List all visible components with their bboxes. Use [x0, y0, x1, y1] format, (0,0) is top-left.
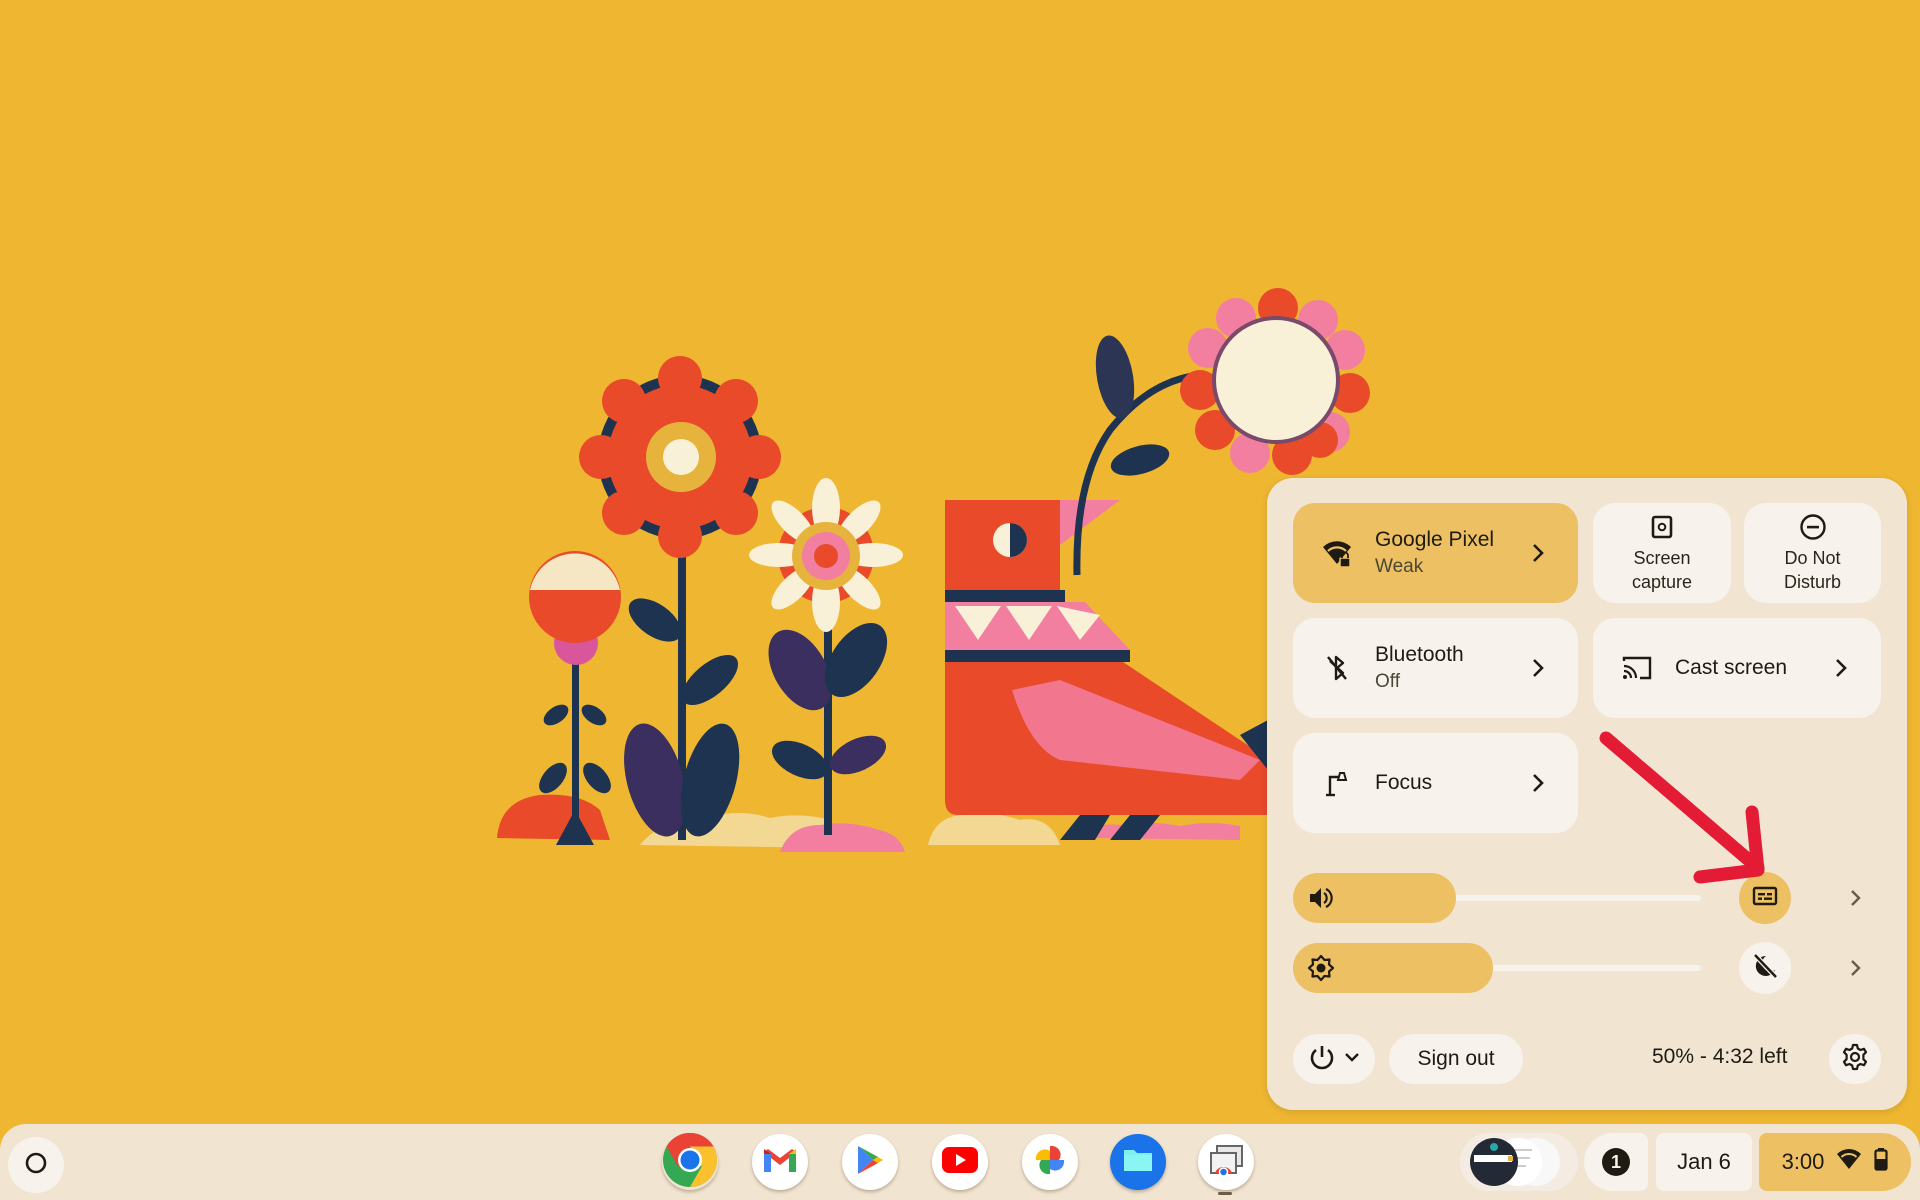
chevron-right-icon [1524, 769, 1552, 797]
volume-slider[interactable] [1293, 873, 1701, 923]
audio-settings-chevron[interactable] [1844, 886, 1868, 910]
brightness-slider[interactable] [1293, 943, 1701, 993]
notification-count-badge: 1 [1602, 1148, 1630, 1176]
night-light-off-icon [1751, 952, 1779, 985]
screen-capture-label-2: capture [1631, 572, 1693, 592]
settings-button[interactable] [1829, 1034, 1881, 1084]
do-not-disturb-button[interactable]: Do Not Disturb [1744, 503, 1881, 603]
focus-tile[interactable]: Focus [1293, 733, 1578, 833]
app-chrome[interactable] [662, 1132, 718, 1193]
quick-settings-panel: Google Pixel Weak Screen capture Do Not … [1267, 478, 1907, 1110]
app-gmail[interactable] [752, 1134, 808, 1190]
photos-icon [1031, 1141, 1069, 1184]
date-tray[interactable]: Jan 6 [1656, 1133, 1752, 1191]
notification-counter[interactable]: 1 [1584, 1133, 1648, 1191]
screen-capture-label-1: Screen [1633, 548, 1691, 568]
night-light-button[interactable] [1739, 942, 1791, 994]
app-play-store[interactable] [842, 1134, 898, 1190]
bluetooth-tile[interactable]: Bluetooth Off [1293, 618, 1578, 718]
chevron-down-icon [1344, 1050, 1360, 1068]
network-name: Google Pixel [1375, 528, 1495, 551]
gmail-icon [762, 1146, 798, 1179]
live-caption-button[interactable] [1739, 872, 1791, 924]
holding-space-button[interactable] [1460, 1133, 1578, 1191]
wifi-icon [1836, 1148, 1862, 1176]
remote-desktop-icon [1208, 1143, 1244, 1182]
launcher-button[interactable] [8, 1137, 64, 1193]
play-store-icon [855, 1144, 885, 1181]
battery-status-text: 50% - 4:32 left [1652, 1045, 1788, 1068]
app-remote-desktop[interactable] [1198, 1134, 1254, 1190]
app-files[interactable] [1110, 1134, 1166, 1190]
bluetooth-off-icon [1317, 648, 1357, 688]
focus-lamp-icon [1317, 763, 1357, 803]
network-tile[interactable]: Google Pixel Weak [1293, 503, 1578, 603]
chevron-right-icon [1524, 539, 1552, 567]
power-menu-button[interactable] [1293, 1034, 1375, 1084]
holding-space-thumbnails-icon [1470, 1138, 1560, 1186]
power-icon [1308, 1043, 1336, 1076]
youtube-icon [941, 1146, 979, 1179]
bird [945, 500, 1270, 840]
wifi-weak-locked-icon [1317, 533, 1357, 573]
cast-screen-label: Cast screen [1675, 656, 1788, 679]
app-youtube[interactable] [932, 1134, 988, 1190]
launcher-circle-icon [24, 1151, 48, 1180]
daisy-flower [749, 478, 903, 835]
settings-gear-icon [1841, 1043, 1869, 1076]
display-settings-chevron[interactable] [1844, 956, 1868, 980]
bluetooth-label: Bluetooth [1375, 643, 1464, 666]
cast-screen-tile[interactable]: Cast screen [1593, 618, 1881, 718]
screen-capture-icon [1647, 512, 1677, 542]
files-icon [1122, 1147, 1154, 1178]
running-app-indicator [1218, 1192, 1232, 1195]
live-caption-icon [1752, 886, 1778, 911]
battery-icon [1874, 1147, 1889, 1177]
time-text: 3:00 [1781, 1149, 1825, 1174]
chrome-icon [662, 1132, 718, 1193]
status-area[interactable]: 3:00 [1759, 1133, 1911, 1191]
sign-out-button[interactable]: Sign out [1389, 1034, 1523, 1084]
do-not-disturb-icon [1798, 512, 1828, 542]
do-not-disturb-label-1: Do Not [1784, 548, 1841, 568]
brightness-icon [1307, 954, 1335, 982]
do-not-disturb-label-2: Disturb [1783, 572, 1841, 592]
app-photos[interactable] [1022, 1134, 1078, 1190]
focus-label: Focus [1375, 771, 1433, 794]
screen-capture-button[interactable]: Screen capture [1593, 503, 1731, 603]
bluetooth-status: Off [1375, 671, 1400, 692]
network-status: Weak [1375, 556, 1424, 577]
chevron-right-icon [1524, 654, 1552, 682]
volume-icon [1307, 884, 1335, 912]
cast-icon [1617, 648, 1657, 688]
chevron-right-icon [1827, 654, 1855, 682]
